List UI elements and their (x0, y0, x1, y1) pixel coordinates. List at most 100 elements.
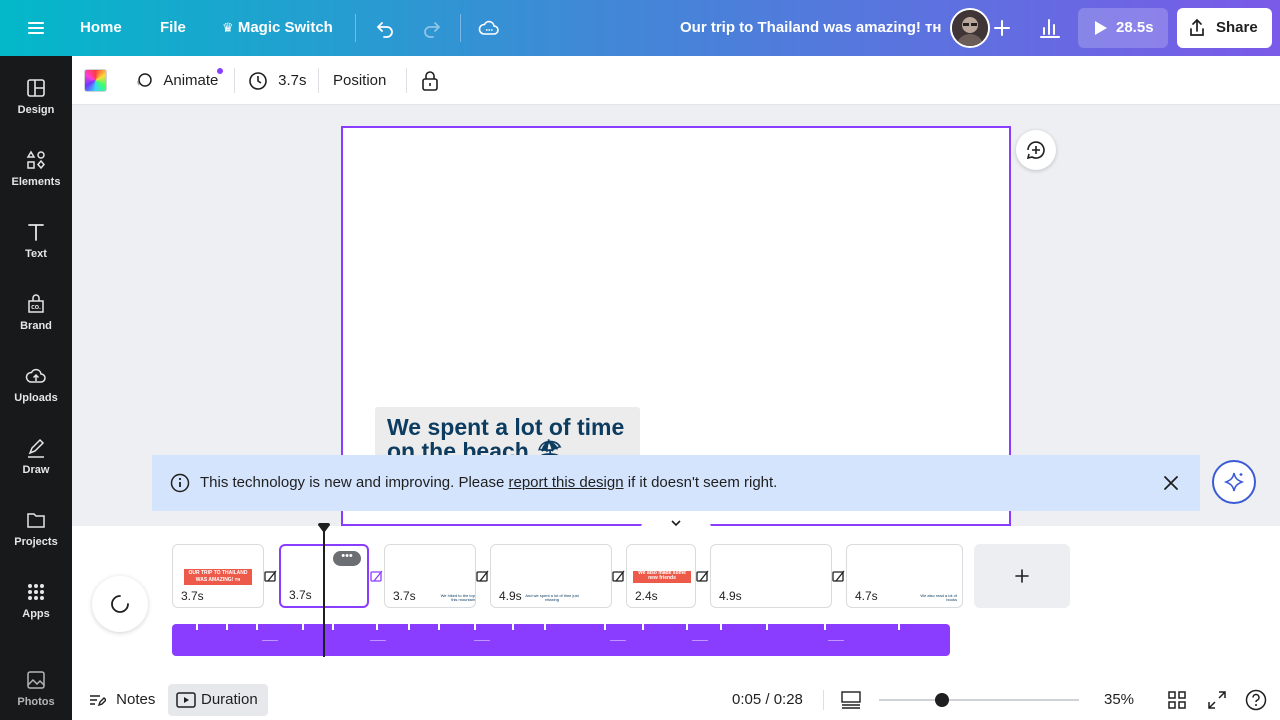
more-options-icon[interactable]: ••• (333, 551, 361, 566)
zoom-slider-track[interactable] (879, 699, 1079, 701)
banner-text-after: if it doesn't seem right. (623, 474, 778, 491)
sidebar-item-projects[interactable]: Projects (0, 500, 72, 564)
audio-track[interactable] (172, 624, 950, 656)
duration-label: Duration (201, 691, 258, 708)
animate-button[interactable]: Animate (134, 56, 218, 105)
sidebar-item-brand[interactable]: CO. Brand (0, 284, 72, 348)
file-menu[interactable]: File (160, 0, 186, 56)
sidebar-item-apps[interactable]: Apps (0, 572, 72, 636)
sidebar-item-uploads[interactable]: Uploads (0, 356, 72, 420)
divider (823, 690, 824, 710)
help-icon[interactable] (1245, 689, 1267, 711)
timeline-clip[interactable]: 2.4s We also made some new friends (626, 544, 696, 608)
clip-caption: We also made some new friends (633, 571, 691, 583)
sidebar-item-label: Draw (22, 464, 50, 476)
timeline-clip[interactable]: 4.7s We also read a lot of books (846, 544, 963, 608)
page-view-icon[interactable] (841, 690, 861, 710)
transition-icon[interactable] (612, 569, 626, 583)
zoom-level[interactable]: 35% (1104, 680, 1134, 720)
zoom-slider-handle[interactable] (935, 693, 949, 707)
top-bar: Home File ♛ Magic Switch Our trip to Tha… (0, 0, 1280, 56)
transition-icon[interactable] (832, 569, 846, 583)
playback-time: 0:05 / 0:28 (732, 691, 803, 708)
clip-caption: We hiked to the top this mountain (440, 593, 475, 602)
clip-duration: 4.9s (499, 589, 522, 603)
divider (234, 68, 235, 93)
share-icon (1190, 18, 1204, 36)
clip-duration: 2.4s (635, 589, 658, 603)
sidebar-item-label: Brand (20, 320, 52, 332)
sidebar-item-photos[interactable]: Photos (0, 660, 72, 720)
share-button[interactable]: Share (1177, 8, 1272, 48)
clock-icon (249, 72, 267, 90)
brand-icon: CO. (28, 294, 44, 313)
design-icon (27, 79, 45, 97)
sidebar-item-label: Design (17, 104, 55, 116)
text-icon (28, 224, 44, 241)
design-title[interactable]: Our trip to Thailand was amazing! ᴛʜ (680, 0, 941, 56)
timeline-clip[interactable]: 4.9s (710, 544, 832, 608)
fullscreen-icon[interactable] (1207, 690, 1227, 710)
divider (318, 68, 319, 93)
info-banner: This technology is new and improving. Pl… (152, 455, 1200, 511)
editor-toolbar: Animate 3.7s Position (72, 56, 1280, 105)
color-picker-swatch[interactable] (84, 69, 107, 92)
timeline-clip[interactable]: OUR TRIP TO THAILAND WAS AMAZING! ᴛʜ 3.7… (172, 544, 264, 608)
transition-icon[interactable] (264, 569, 278, 583)
transition-icon[interactable] (370, 569, 384, 583)
animate-label: Animate (163, 72, 219, 89)
sidebar-item-design[interactable]: Design (0, 68, 72, 132)
comment-icon (1026, 141, 1045, 160)
magic-switch-button[interactable]: ♛ Magic Switch (222, 0, 333, 56)
add-page-button[interactable] (974, 544, 1070, 608)
undo-icon[interactable] (373, 16, 397, 40)
lock-icon[interactable] (420, 70, 440, 92)
spinner-icon (111, 595, 129, 613)
elements-icon (26, 150, 45, 170)
collapse-timeline-button[interactable] (640, 514, 712, 532)
playhead[interactable] (323, 530, 325, 657)
sparkle-icon (1223, 472, 1245, 492)
sidebar-item-label: Projects (14, 536, 58, 548)
redo-icon[interactable] (420, 16, 444, 40)
grid-view-icon[interactable] (1167, 690, 1187, 710)
analytics-icon[interactable] (1032, 10, 1068, 46)
transition-icon[interactable] (476, 569, 490, 583)
new-feature-dot (217, 68, 223, 74)
timeline-clip[interactable]: 4.9s And we spent a lot of time just rel… (490, 544, 612, 608)
clip-duration: 3.7s (181, 589, 204, 603)
clip-caption: OUR TRIP TO THAILAND WAS AMAZING! ᴛʜ (184, 569, 252, 585)
sidebar-item-label: Elements (11, 176, 61, 188)
transition-icon[interactable] (696, 569, 710, 583)
clip-duration: 3.7s (393, 589, 416, 603)
sidebar-item-elements[interactable]: Elements (0, 140, 72, 204)
play-button[interactable]: 28.5s (1078, 8, 1168, 48)
timing-button[interactable]: 3.7s (248, 56, 307, 105)
sidebar-item-draw[interactable]: Draw (0, 428, 72, 492)
timeline-clip[interactable]: 3.7s We hiked to the top this mountain (384, 544, 476, 608)
banner-message: This technology is new and improving. Pl… (200, 455, 777, 511)
cloud-save-icon[interactable] (477, 16, 501, 40)
menu-icon[interactable] (24, 16, 48, 40)
duration-button[interactable]: Duration (168, 684, 268, 716)
photos-icon (27, 671, 45, 689)
home-link[interactable]: Home (80, 0, 122, 56)
svg-text:CO.: CO. (31, 305, 41, 311)
apps-icon (28, 584, 44, 600)
report-design-link[interactable]: report this design (509, 474, 624, 491)
add-collaborator-icon[interactable] (984, 10, 1020, 46)
notes-button[interactable]: Notes (88, 680, 155, 720)
divider (406, 68, 407, 93)
banner-text-before: This technology is new and improving. Pl… (200, 474, 509, 491)
sidebar-item-text[interactable]: Text (0, 212, 72, 276)
position-button[interactable]: Position (333, 56, 386, 105)
sidebar-item-label: Apps (22, 608, 50, 620)
notes-icon (90, 695, 107, 707)
magic-switch-label: Magic Switch (237, 19, 333, 36)
play-duration: 28.5s (1116, 19, 1154, 36)
notes-label: Notes (116, 691, 156, 708)
comment-button[interactable] (1016, 130, 1056, 170)
close-icon[interactable] (1162, 474, 1180, 492)
magic-assistant-button[interactable] (1212, 460, 1256, 504)
sidebar-item-label: Photos (17, 696, 55, 708)
